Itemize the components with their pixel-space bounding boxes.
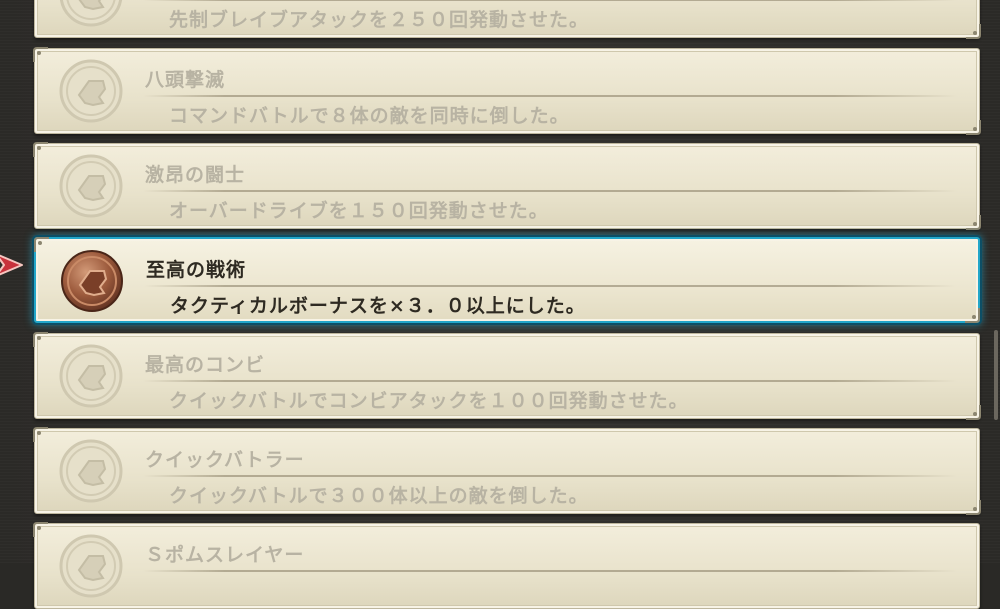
fist-medal-icon [59, 59, 123, 123]
arrow-cursor-icon [0, 254, 23, 276]
achievement-row-selected[interactable]: 至高の戦術 タクティカルボーナスを×３．０以上にした。 [34, 237, 980, 323]
ornament-corner-icon [33, 47, 48, 62]
ornament-corner-icon [33, 332, 48, 347]
achievement-description: クイックバトルでコンビアタックを１００回発動させた。 [169, 390, 689, 412]
fist-medal-icon [59, 534, 123, 598]
achievement-description: オーバードライブを１５０回発動させた。 [169, 200, 549, 222]
achievement-description: タクティカルボーナスを×３．０以上にした。 [170, 295, 586, 317]
achievement-row[interactable]: Ｓポムスレイヤー [33, 522, 980, 609]
achievement-title: 八頭撃滅 [145, 69, 226, 91]
ornament-corner-icon [965, 308, 980, 323]
achievement-title: クイックバトラー [145, 449, 305, 471]
ornament-corner-icon [33, 522, 48, 537]
divider [143, 0, 957, 1]
fist-medal-icon [59, 0, 123, 27]
achievement-row[interactable]: 先制ブレイブアタックを２５０回発動させた。 [34, 0, 981, 39]
achievement-row[interactable]: クイックバトラー クイックバトルで３００体以上の敵を倒した。 [33, 427, 981, 515]
divider [143, 190, 957, 192]
achievement-description: 先制ブレイブアタックを２５０回発動させた。 [169, 9, 590, 31]
divider [143, 95, 957, 97]
ornament-corner-icon [966, 500, 981, 515]
ornament-corner-icon [34, 237, 49, 252]
ornament-corner-icon [966, 24, 981, 39]
achievement-row[interactable]: 激昂の闘士 オーバードライブを１５０回発動させた。 [33, 142, 981, 230]
achievement-row[interactable]: 最高のコンビ クイックバトルでコンビアタックを１００回発動させた。 [33, 332, 981, 420]
achievement-description: クイックバトルで３００体以上の敵を倒した。 [169, 485, 589, 507]
ornament-corner-icon [966, 405, 981, 420]
divider [144, 285, 956, 287]
ornament-corner-icon [966, 215, 981, 230]
divider [143, 475, 957, 477]
fist-medal-icon [61, 250, 123, 312]
scrollbar[interactable] [994, 330, 998, 420]
achievement-title: 激昂の闘士 [145, 164, 246, 186]
divider [143, 570, 957, 572]
fist-medal-icon [59, 154, 123, 218]
divider [143, 380, 957, 382]
achievement-description: コマンドバトルで８体の敵を同時に倒した。 [169, 105, 570, 127]
ornament-corner-icon [966, 120, 981, 135]
achievement-title: 最高のコンビ [145, 354, 266, 376]
achievement-title: 至高の戦術 [146, 259, 247, 281]
fist-medal-icon [59, 439, 123, 503]
ornament-corner-icon [33, 142, 48, 157]
fist-medal-icon [59, 344, 123, 408]
ornament-corner-icon [33, 427, 48, 442]
achievement-row[interactable]: 八頭撃滅 コマンドバトルで８体の敵を同時に倒した。 [33, 47, 981, 135]
